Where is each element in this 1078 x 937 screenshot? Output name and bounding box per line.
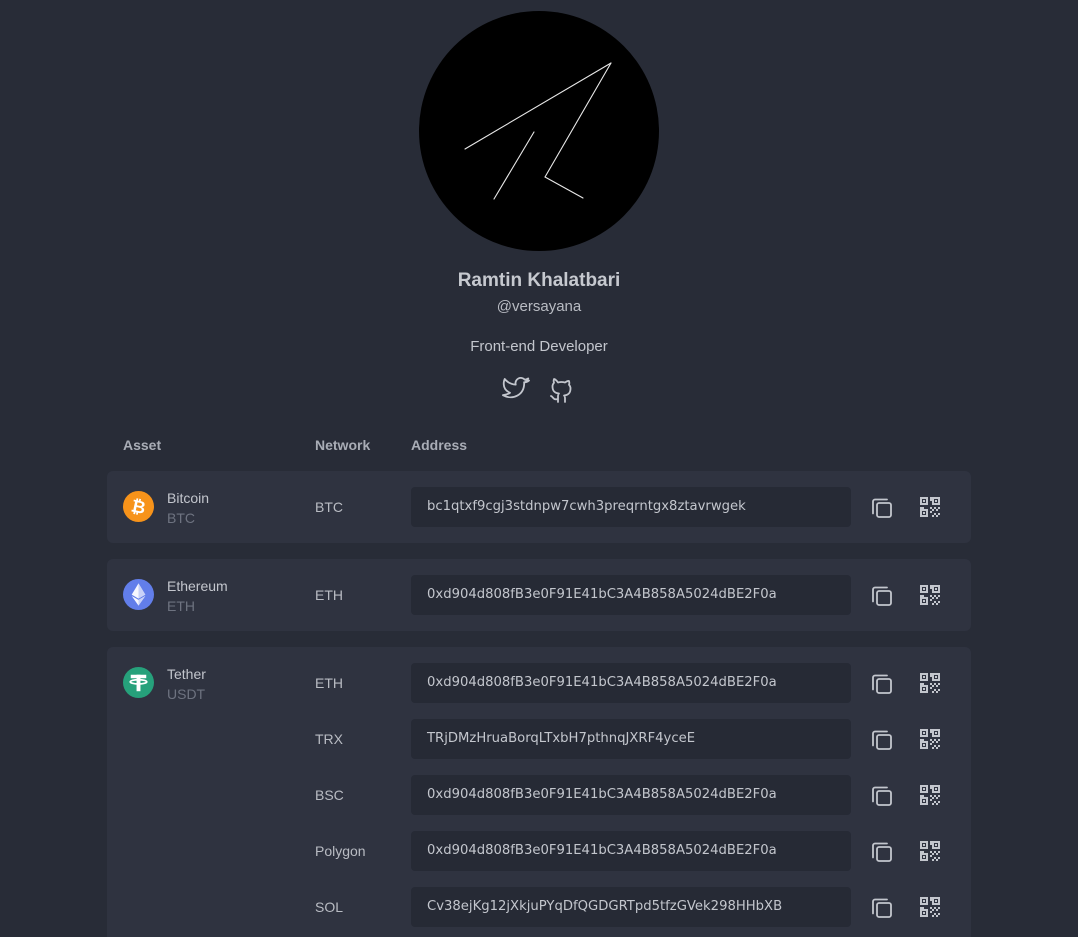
network-label: SOL <box>315 899 344 915</box>
social-links <box>500 373 578 405</box>
copy-icon <box>872 842 892 862</box>
address-row: ETH 0xd904d808fB3e0F91E41bC3A4B858A5024d… <box>107 575 971 615</box>
qr-code-button[interactable] <box>919 672 941 694</box>
copy-button[interactable] <box>869 727 895 753</box>
qr-code-button[interactable] <box>919 840 941 862</box>
profile-name: Ramtin Khalatbari <box>457 270 621 291</box>
address-field[interactable]: Cv38ejKg12jXkjuPYqDfQGDGRTpd5tfzGVek298H… <box>411 887 851 927</box>
qr-code-button[interactable] <box>919 728 941 750</box>
address-row: TRX TRjDMzHruaBorqLTxbH7pthnqJXRF4yceE <box>107 719 971 759</box>
qr-code-icon <box>920 497 940 517</box>
header-network: Network <box>315 437 371 453</box>
address-field[interactable]: 0xd904d808fB3e0F91E41bC3A4B858A5024dBE2F… <box>411 575 851 615</box>
address-row: SOL Cv38ejKg12jXkjuPYqDfQGDGRTpd5tfzGVek… <box>107 887 971 927</box>
qr-code-button[interactable] <box>919 496 941 518</box>
copy-button[interactable] <box>869 671 895 697</box>
qr-code-icon <box>920 841 940 861</box>
qr-code-button[interactable] <box>919 896 941 918</box>
asset-card-tether: Tether USDT ETH 0xd904d808fB3e0F91E41bC3… <box>107 647 971 937</box>
address-row: ETH 0xd904d808fB3e0F91E41bC3A4B858A5024d… <box>107 663 971 703</box>
qr-code-icon <box>920 785 940 805</box>
copy-button[interactable] <box>869 839 895 865</box>
network-label: BSC <box>315 787 344 803</box>
qr-code-icon <box>920 729 940 749</box>
copy-button[interactable] <box>869 895 895 921</box>
qr-code-icon <box>920 585 940 605</box>
network-label: TRX <box>315 731 343 747</box>
profile-handle: @versayana <box>496 298 582 315</box>
profile-bio: Front-end Developer <box>470 338 608 355</box>
copy-icon <box>872 730 892 750</box>
address-field[interactable]: 0xd904d808fB3e0F91E41bC3A4B858A5024dBE2F… <box>411 663 851 703</box>
asset-card-bitcoin: ₿ Bitcoin BTC BTC bc1qtxf9cgj3stdnpw7cwh… <box>107 471 971 543</box>
copy-icon <box>872 898 892 918</box>
twitter-icon <box>502 377 530 399</box>
address-row: BTC bc1qtxf9cgj3stdnpw7cwh3preqrntgx8zta… <box>107 487 971 527</box>
address-field[interactable]: bc1qtxf9cgj3stdnpw7cwh3preqrntgx8ztavrwg… <box>411 487 851 527</box>
network-label: ETH <box>315 587 343 603</box>
copy-button[interactable] <box>869 495 895 521</box>
qr-code-icon <box>920 673 940 693</box>
github-link[interactable] <box>546 373 578 405</box>
qr-code-button[interactable] <box>919 584 941 606</box>
copy-icon <box>872 674 892 694</box>
copy-icon <box>872 786 892 806</box>
address-field[interactable]: 0xd904d808fB3e0F91E41bC3A4B858A5024dBE2F… <box>411 831 851 871</box>
address-row: BSC 0xd904d808fB3e0F91E41bC3A4B858A5024d… <box>107 775 971 815</box>
address-field[interactable]: 0xd904d808fB3e0F91E41bC3A4B858A5024dBE2F… <box>411 775 851 815</box>
copy-button[interactable] <box>869 783 895 809</box>
copy-icon <box>872 586 892 606</box>
paper-plane-logo-icon <box>464 62 612 200</box>
header-address: Address <box>411 437 468 453</box>
qr-code-icon <box>920 897 940 917</box>
copy-icon <box>872 498 892 518</box>
address-field[interactable]: TRjDMzHruaBorqLTxbH7pthnqJXRF4yceE <box>411 719 851 759</box>
qr-code-button[interactable] <box>919 784 941 806</box>
github-icon <box>550 378 572 403</box>
avatar <box>419 11 659 251</box>
network-label: Polygon <box>315 843 366 859</box>
twitter-link[interactable] <box>500 373 532 405</box>
table-header: Asset Network Address <box>0 437 1078 457</box>
header-asset: Asset <box>123 437 162 453</box>
address-row: Polygon 0xd904d808fB3e0F91E41bC3A4B858A5… <box>107 831 971 871</box>
network-label: BTC <box>315 499 343 515</box>
donation-page: Ramtin Khalatbari @versayana Front-end D… <box>0 0 1078 937</box>
network-label: ETH <box>315 675 343 691</box>
asset-card-ethereum: Ethereum ETH ETH 0xd904d808fB3e0F91E41bC… <box>107 559 971 631</box>
copy-button[interactable] <box>869 583 895 609</box>
